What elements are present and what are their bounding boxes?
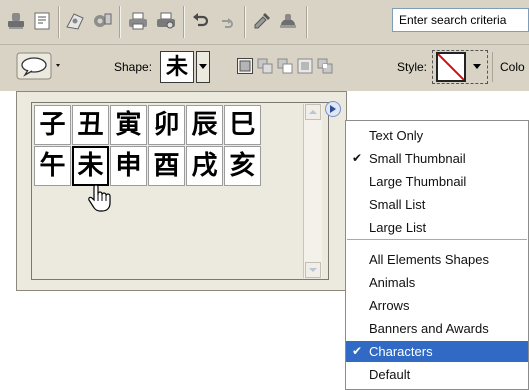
speech-bubble-icon [16, 52, 60, 80]
printer-icon[interactable] [126, 9, 150, 33]
redo-icon[interactable] [214, 9, 238, 33]
panel-options-menu: Text Only ✔ Small Thumbnail Large Thumbnail… [345, 120, 529, 390]
toolbar-separator [306, 6, 308, 38]
style-swatch[interactable] [436, 52, 466, 82]
shape-cell[interactable]: 亥 [224, 146, 261, 186]
shape-cell[interactable]: 未 [72, 146, 109, 186]
toolbar-separator [119, 6, 121, 38]
panel-menu-button[interactable] [325, 101, 341, 117]
main-toolbar [0, 0, 529, 45]
chevron-down-icon [199, 64, 207, 69]
shape-preview[interactable]: 未 [160, 51, 194, 83]
shape-cell[interactable]: 午 [34, 146, 71, 186]
new-layer-mode-icon [237, 58, 253, 74]
printer-preview-icon[interactable] [154, 9, 178, 33]
menu-item-banners-and-awards[interactable]: Banners and Awards [346, 318, 528, 339]
menu-item-label: Animals [369, 275, 416, 290]
checkmark-icon: ✔ [352, 151, 363, 165]
intersect-mode-icon [297, 58, 313, 74]
shape-cell[interactable]: 辰 [186, 105, 223, 145]
hand-cursor-icon [87, 183, 113, 213]
shape-grid: 子丑寅卯辰巳午未申酉戌亥 [31, 102, 329, 280]
menu-item-characters[interactable]: ✔ Characters [346, 341, 528, 362]
menu-item-label: Large List [369, 220, 427, 235]
add-to-shape-button[interactable] [257, 58, 273, 74]
chevron-down-icon [309, 268, 317, 272]
shape-cell[interactable]: 酉 [148, 146, 185, 186]
menu-item-animals[interactable]: Animals [346, 272, 528, 293]
scroll-up-button[interactable] [305, 104, 321, 120]
shape-cell[interactable]: 巳 [224, 105, 261, 145]
toolbar-separator [58, 6, 60, 38]
menu-item-small-list[interactable]: Small List [346, 194, 528, 215]
shape-picker[interactable]: 未 [160, 51, 210, 83]
add-mode-icon [257, 58, 273, 74]
menu-item-arrows[interactable]: Arrows [346, 295, 528, 316]
photo-paper-icon[interactable] [63, 9, 87, 33]
photo-print-icon[interactable] [90, 9, 114, 33]
color-label: Colo [500, 60, 525, 74]
menu-item-all-elements-shapes[interactable]: All Elements Shapes [346, 249, 528, 270]
menu-item-label: Small List [369, 197, 426, 212]
shape-cell[interactable]: 申 [110, 146, 147, 186]
checkmark-icon: ✔ [352, 344, 363, 358]
triangle-right-icon [330, 105, 336, 113]
style-label: Style: [397, 60, 428, 74]
menu-item-label: Arrows [369, 298, 410, 313]
shape-tool-button[interactable] [16, 52, 64, 82]
exclude-mode-icon [317, 58, 333, 74]
clone-stamp-icon[interactable] [276, 9, 300, 33]
menu-item-text-only[interactable]: Text Only [346, 125, 528, 146]
menu-separator [347, 239, 527, 240]
style-dropdown-button[interactable] [468, 52, 486, 82]
eyedropper-icon[interactable] [250, 9, 274, 33]
shape-cell[interactable]: 戌 [186, 146, 223, 186]
menu-item-default[interactable]: Default [346, 364, 528, 385]
new-shape-layer-button[interactable] [237, 58, 253, 74]
custom-shape-panel: 子丑寅卯辰巳午未申酉戌亥 [16, 91, 347, 291]
menu-item-small-thumbnail[interactable]: ✔ Small Thumbnail [346, 148, 528, 169]
jpeg-icon[interactable] [30, 9, 54, 33]
shape-cell[interactable]: 卯 [148, 105, 185, 145]
shape-cell[interactable]: 寅 [110, 105, 147, 145]
scroll-down-button[interactable] [305, 262, 321, 278]
intersect-shape-button[interactable] [297, 58, 313, 74]
stamp-icon[interactable] [4, 9, 28, 33]
menu-item-label: Characters [369, 344, 433, 359]
toolbar-separator [492, 52, 493, 82]
chevron-up-icon [309, 110, 317, 114]
subtract-mode-icon [277, 58, 293, 74]
shape-label: Shape: [114, 60, 153, 74]
menu-item-large-list[interactable]: Large List [346, 217, 528, 238]
shape-cell[interactable]: 子 [34, 105, 71, 145]
toolbar-separator [244, 6, 246, 38]
chevron-down-icon [473, 64, 481, 69]
menu-item-label: Text Only [369, 128, 424, 143]
menu-item-large-thumbnail[interactable]: Large Thumbnail [346, 171, 528, 192]
search-input[interactable] [392, 8, 529, 32]
shape-cell[interactable]: 丑 [72, 105, 109, 145]
menu-item-label: All Elements Shapes [369, 252, 489, 267]
menu-item-label: Default [369, 367, 411, 382]
menu-item-label: Banners and Awards [369, 321, 489, 336]
no-style-icon [438, 54, 464, 80]
toolbar-separator [183, 6, 185, 38]
subtract-from-shape-button[interactable] [277, 58, 293, 74]
panel-scrollbar[interactable] [303, 104, 322, 278]
shape-dropdown-button[interactable] [196, 51, 210, 83]
exclude-shape-button[interactable] [317, 58, 333, 74]
menu-item-label: Small Thumbnail [369, 151, 466, 166]
undo-icon[interactable] [188, 9, 212, 33]
menu-item-label: Large Thumbnail [369, 174, 467, 189]
